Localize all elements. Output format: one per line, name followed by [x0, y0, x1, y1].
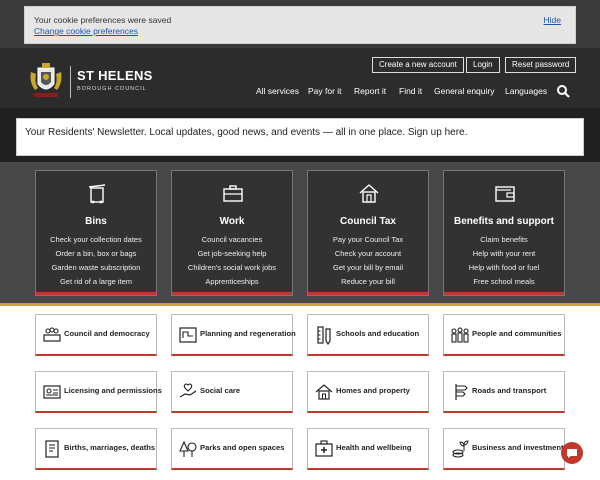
chat-bubble-icon — [567, 449, 577, 458]
nav-find-it[interactable]: Find it — [399, 86, 422, 96]
nav-report-it[interactable]: Report it — [354, 86, 386, 96]
service-planning-regeneration[interactable]: Planning and regeneration — [171, 314, 296, 356]
service-label: Health and wellbeing — [336, 443, 412, 452]
service-health-wellbeing[interactable]: Health and wellbeing — [307, 428, 429, 470]
tile-link[interactable]: Help with your rent — [444, 249, 564, 258]
service-label: Council and democracy — [64, 329, 150, 338]
certificate-icon — [45, 440, 59, 458]
service-homes-property[interactable]: Homes and property — [307, 371, 429, 413]
tile-link[interactable]: Free school meals — [444, 277, 564, 286]
service-schools-education[interactable]: Schools and education — [307, 314, 429, 356]
tile-link[interactable]: Reduce your bill — [308, 277, 428, 286]
service-people-communities[interactable]: People and communities — [443, 314, 565, 356]
caring-hand-icon — [179, 383, 197, 398]
cookie-notice: Your cookie preferences were saved Chang… — [24, 6, 576, 44]
people-group-icon — [451, 327, 469, 343]
home-icon — [315, 384, 333, 400]
service-social-care[interactable]: Social care — [171, 371, 293, 413]
tile-accent-bar — [444, 292, 564, 295]
tile-link[interactable]: Order a bin, box or bags — [36, 249, 156, 258]
trees-icon — [179, 440, 197, 457]
service-label: Roads and transport — [472, 386, 547, 395]
tile-link[interactable]: Get job-seeking help — [172, 249, 292, 258]
newsletter-banner-text[interactable]: Your Residents' Newsletter. Local update… — [25, 127, 467, 138]
service-council-democracy[interactable]: Council and democracy — [35, 314, 157, 356]
tile-link[interactable]: Get rid of a large item — [36, 277, 156, 286]
wallet-icon — [495, 186, 515, 202]
bin-icon — [88, 184, 106, 204]
service-label: Business and investment — [472, 443, 564, 452]
tile-title[interactable]: Bins — [36, 216, 156, 227]
service-label: People and communities — [472, 329, 562, 338]
cookie-notice-area: Your cookie preferences were saved Chang… — [0, 0, 600, 48]
service-label: Births, marriages, deaths — [64, 443, 156, 452]
tile-accent-bar — [36, 292, 156, 295]
first-aid-icon — [315, 440, 333, 457]
service-label: Licensing and permissions — [64, 386, 162, 395]
service-business-investment[interactable]: Business and investment — [443, 428, 565, 470]
tile-accent-bar — [308, 292, 428, 295]
council-crest-icon[interactable] — [28, 62, 64, 100]
nav-languages[interactable]: Languages — [505, 86, 547, 96]
tile-link[interactable]: Pay your Council Tax — [308, 235, 428, 244]
tile-link[interactable]: Garden waste subscription — [36, 263, 156, 272]
site-header: ST HELENS BOROUGH COUNCIL Create a new a… — [0, 48, 600, 108]
tile-accent-bar — [172, 292, 292, 295]
tile-link[interactable]: Claim benefits — [444, 235, 564, 244]
tile-link[interactable]: Check your collection dates — [36, 235, 156, 244]
service-label: Planning and regeneration — [200, 329, 296, 338]
section-divider — [0, 303, 600, 306]
reset-password-button[interactable]: Reset password — [505, 57, 577, 73]
chat-button[interactable] — [561, 442, 583, 464]
search-icon[interactable] — [556, 84, 570, 98]
tile-benefits-support: Benefits and support Claim benefits Help… — [443, 170, 565, 296]
nav-pay-for-it[interactable]: Pay for it — [308, 86, 342, 96]
house-icon — [359, 184, 379, 203]
tile-link[interactable]: Apprenticeships — [172, 277, 292, 286]
brand-title[interactable]: ST HELENS — [77, 68, 153, 83]
service-roads-transport[interactable]: Roads and transport — [443, 371, 565, 413]
service-parks-open-spaces[interactable]: Parks and open spaces — [171, 428, 293, 470]
brand-subtitle: BOROUGH COUNCIL — [77, 86, 147, 92]
ruler-pencil-icon — [317, 326, 331, 345]
nav-general-enquiry[interactable]: General enquiry — [434, 86, 494, 96]
top-tasks-section: Bins Check your collection dates Order a… — [0, 162, 600, 304]
service-births-marriages-deaths[interactable]: Births, marriages, deaths — [35, 428, 157, 470]
brand-divider — [70, 66, 71, 98]
newsletter-banner[interactable]: Your Residents' Newsletter. Local update… — [16, 118, 584, 156]
create-account-button[interactable]: Create a new account — [372, 57, 464, 73]
service-label: Social care — [200, 386, 241, 395]
blueprint-icon — [179, 327, 197, 343]
tile-bins: Bins Check your collection dates Order a… — [35, 170, 157, 296]
service-licensing-permissions[interactable]: Licensing and permissions — [35, 371, 162, 413]
nav-all-services[interactable]: All services — [256, 86, 299, 96]
tile-link[interactable]: Help with food or fuel — [444, 263, 564, 272]
cookie-message: Your cookie preferences were saved — [34, 15, 172, 25]
service-label: Homes and property — [336, 386, 410, 395]
tile-title[interactable]: Benefits and support — [444, 216, 564, 227]
tile-link[interactable]: Get your bill by email — [308, 263, 428, 272]
tile-title[interactable]: Work — [172, 216, 292, 227]
tile-work: Work Council vacancies Get job-seeking h… — [171, 170, 293, 296]
tile-link[interactable]: Children's social work jobs — [172, 263, 292, 272]
tile-council-tax: Council Tax Pay your Council Tax Check y… — [307, 170, 429, 296]
change-cookie-preferences-link[interactable]: Change cookie preferences — [34, 26, 138, 36]
login-button[interactable]: Login — [466, 57, 500, 73]
licence-card-icon — [43, 385, 61, 399]
briefcase-icon — [223, 185, 243, 202]
tile-link[interactable]: Check your account — [308, 249, 428, 258]
hide-cookie-notice-link[interactable]: Hide — [544, 15, 561, 25]
road-sign-icon — [455, 384, 468, 400]
tile-link[interactable]: Council vacancies — [172, 235, 292, 244]
tile-title[interactable]: Council Tax — [308, 216, 428, 227]
newsletter-banner-area: Your Residents' Newsletter. Local update… — [0, 108, 600, 162]
council-chamber-icon — [43, 327, 61, 342]
money-plant-icon — [452, 440, 469, 458]
service-label: Schools and education — [336, 329, 420, 338]
service-label: Parks and open spaces — [200, 443, 285, 452]
